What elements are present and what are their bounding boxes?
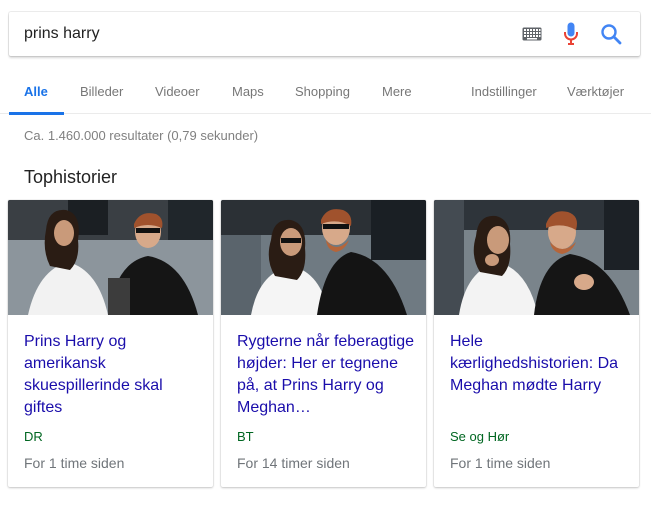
tab-label: Mere xyxy=(382,83,412,99)
tab-maps[interactable]: Maps xyxy=(232,68,264,114)
search-tabs: Alle Billeder Videoer Maps Shopping Mere… xyxy=(0,68,651,115)
keyboard-icon[interactable] xyxy=(522,27,542,41)
tab-indstillinger[interactable]: Indstillinger xyxy=(471,68,537,114)
search-box xyxy=(9,12,640,56)
tab-label: Maps xyxy=(232,83,264,99)
tab-alle[interactable]: Alle xyxy=(9,68,64,115)
story-card[interactable]: Prins Harry og amerikansk skuespillerind… xyxy=(8,200,213,487)
story-source: Se og Hør xyxy=(450,429,510,444)
result-stats: Ca. 1.460.000 resultater (0,79 sekunder) xyxy=(24,128,259,143)
top-stories-title: Tophistorier xyxy=(24,167,118,187)
story-photo xyxy=(8,200,213,315)
tab-vaerktoejer[interactable]: Værktøjer xyxy=(567,68,624,114)
story-card[interactable]: Rygterne når feberagtige højder: Her er … xyxy=(221,200,426,487)
tab-label: Værktøjer xyxy=(567,83,625,99)
tab-shopping[interactable]: Shopping xyxy=(295,68,350,114)
story-source: BT xyxy=(237,429,254,444)
microphone-icon[interactable] xyxy=(563,22,579,46)
story-time: For 1 time siden xyxy=(24,455,125,471)
tab-label: Billeder xyxy=(80,83,124,99)
story-headline[interactable]: Rygterne når feberagtige højder: Her er … xyxy=(237,331,417,419)
tab-billeder[interactable]: Billeder xyxy=(80,68,123,114)
story-time: For 1 time siden xyxy=(450,455,551,471)
story-source: DR xyxy=(24,429,43,444)
tab-videoer[interactable]: Videoer xyxy=(155,68,200,114)
story-headline[interactable]: Hele kærlighedshistorien: Da Meghan mødt… xyxy=(450,331,630,397)
tab-label: Alle xyxy=(24,83,48,99)
search-icon[interactable] xyxy=(600,23,622,45)
story-photo xyxy=(221,200,426,315)
story-time: For 14 timer siden xyxy=(237,455,350,471)
tab-mere[interactable]: Mere xyxy=(382,68,412,114)
tab-label: Shopping xyxy=(295,83,350,99)
tab-label: Indstillinger xyxy=(471,83,537,99)
story-card[interactable]: Hele kærlighedshistorien: Da Meghan mødt… xyxy=(434,200,639,487)
story-photo xyxy=(434,200,639,315)
search-input[interactable] xyxy=(24,24,504,44)
story-headline[interactable]: Prins Harry og amerikansk skuespillerind… xyxy=(24,331,204,419)
tab-label: Videoer xyxy=(155,83,200,99)
